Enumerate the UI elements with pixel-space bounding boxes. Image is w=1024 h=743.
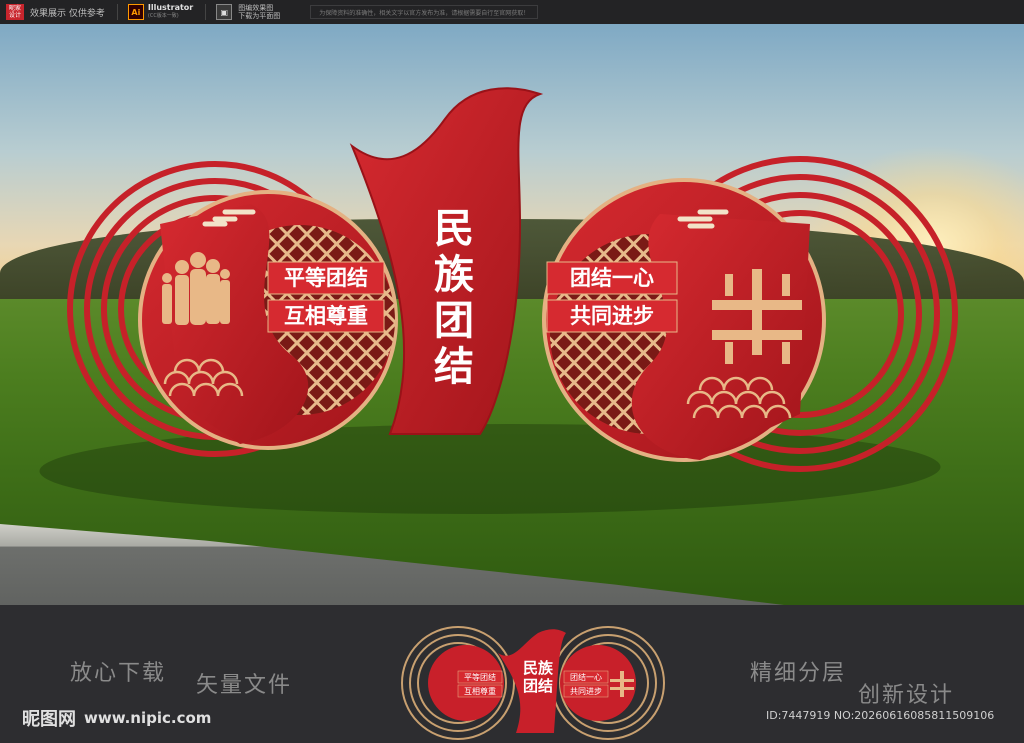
right-slogan-2: 共同进步 bbox=[570, 304, 654, 328]
image-icon: ▣ bbox=[216, 4, 233, 20]
scene-photo: 平等团结 互相尊重 民 族 团 结 团结一心 共同进步 bbox=[0, 24, 1024, 605]
banner-slogan-4: 创新设计 bbox=[858, 683, 955, 708]
left-slogan-1: 平等团结 bbox=[284, 266, 368, 290]
image-id: ID:7447919 NO:20260616085811509106 bbox=[766, 709, 995, 722]
svg-text:平等团结: 平等团结 bbox=[464, 672, 496, 682]
center-char-3: 团 bbox=[434, 298, 474, 344]
copyright-notice: 为保障资料的准确性，相关文字以官方发布为准，请根据需要自行至官网获取！ bbox=[310, 5, 539, 19]
banner-slogan-2: 矢量文件 bbox=[196, 673, 293, 698]
center-char-1: 民 bbox=[434, 206, 474, 252]
brand-url: www.nipic.com bbox=[84, 709, 212, 727]
right-slogan-1: 团结一心 bbox=[570, 266, 654, 290]
brand-name: 昵图网 bbox=[22, 709, 76, 730]
app-meta: Illustrator (CC版本一致) bbox=[148, 4, 193, 20]
app-sub: (CC版本一致) bbox=[147, 13, 179, 19]
app-name: Illustrator bbox=[147, 3, 194, 12]
thumbnail-preview: 民族 团结 平等团结 互相尊重 团结一心 共同进步 bbox=[401, 626, 665, 740]
divider bbox=[116, 4, 118, 20]
svg-text:民族: 民族 bbox=[523, 659, 554, 677]
unity-sign-sculpture: 平等团结 互相尊重 民 族 团 结 团结一心 共同进步 bbox=[67, 87, 958, 472]
top-info-bar: 昵家 设计 效果展示 仅供参考 Ai Illustrator (CC版本一致) … bbox=[0, 0, 1024, 24]
brand: 昵图网 www.nipic.com bbox=[22, 705, 211, 731]
illustrator-icon: Ai bbox=[127, 4, 144, 20]
divider bbox=[205, 4, 207, 20]
center-char-4: 结 bbox=[434, 344, 474, 390]
center-char-2: 族 bbox=[434, 252, 474, 298]
svg-text:团结一心: 团结一心 bbox=[570, 672, 602, 682]
site-badge: 昵家 设计 bbox=[6, 4, 24, 20]
svg-text:共同进步: 共同进步 bbox=[570, 687, 602, 696]
preview-note: 效果展示 仅供参考 bbox=[30, 8, 105, 19]
banner-slogan-3: 精细分层 bbox=[750, 661, 847, 686]
bottom-banner: 放心下载 矢量文件 精细分层 创新设计 民族 团结 平等团结 互相尊重 团结一心… bbox=[0, 605, 1024, 743]
svg-text:团结: 团结 bbox=[523, 677, 553, 695]
banner-slogan-1: 放心下载 bbox=[70, 661, 167, 686]
image-note: 图编效果图 下载为平面图 bbox=[238, 4, 281, 20]
left-slogan-2: 互相尊重 bbox=[284, 304, 368, 328]
svg-text:互相尊重: 互相尊重 bbox=[464, 686, 496, 696]
